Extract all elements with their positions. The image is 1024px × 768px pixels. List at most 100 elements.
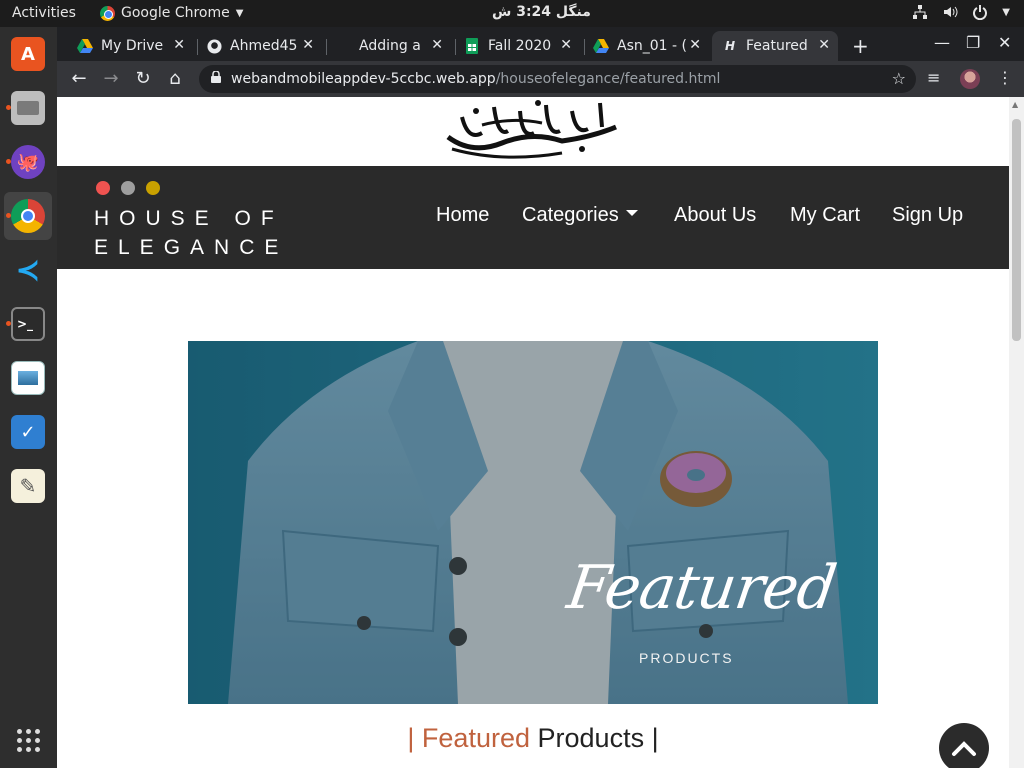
tab-my-drive[interactable]: My Drive ✕ [67,31,193,61]
scroll-to-top-button[interactable] [939,723,989,768]
new-tab-button[interactable]: + [852,34,869,58]
url-path: /houseofelegance/featured.html [495,71,721,87]
scroll-up-arrow-icon[interactable]: ▲ [1012,100,1018,109]
brand-line-1: HOUSE OF [94,207,284,230]
running-indicator [6,105,11,110]
grey-dot [121,181,135,195]
image-viewer-icon [11,361,45,395]
tab-strip: My Drive ✕ Ahmed45 ✕ Adding a ✕ Fall 202… [57,27,1024,61]
chevron-up-icon [952,741,976,756]
heading-accent: Featured [421,723,530,753]
brand-line-2: ELEGANCE [94,236,289,259]
media-queue-icon[interactable]: ≡ [927,68,940,87]
show-applications-button[interactable] [4,716,52,764]
terminal-icon: >_ [11,307,45,341]
page-scrollbar[interactable]: ▲ [1009,97,1024,768]
page-viewport: HOUSE OF ELEGANCE Home Categories About … [57,97,1009,768]
close-icon[interactable]: ✕ [173,37,185,53]
nav-categories-label: Categories [522,204,619,226]
close-icon[interactable]: ✕ [560,37,572,53]
address-bar[interactable]: webandmobileappdev-5ccbc.web.app /houseo… [199,65,916,93]
restore-button[interactable]: ❐ [966,33,980,52]
google-drive-icon [593,38,609,54]
browser-toolbar: ← → ↻ ⌂ webandmobileappdev-5ccbc.web.app… [57,61,1024,97]
checkbox-icon: ✓ [11,415,45,449]
home-button[interactable]: ⌂ [164,68,186,89]
nav-signup[interactable]: Sign Up [892,204,963,227]
github-icon [206,38,222,54]
dock-vscode[interactable]: ≺ [4,246,52,294]
url-host: webandmobileappdev-5ccbc.web.app [231,71,496,87]
hero-subtitle: PRODUCTS [639,650,734,666]
chevron-down-icon: ▼ [235,7,244,19]
reload-button[interactable]: ↻ [132,68,154,89]
apps-grid-icon [16,728,40,752]
minimize-button[interactable]: — [934,33,950,52]
running-indicator [6,159,11,164]
heading-bar-right: | [651,723,659,753]
close-icon[interactable]: ✕ [302,37,314,53]
dock-tasks[interactable]: ✓ [4,408,52,456]
tab-fall-2020[interactable]: Fall 2020 ✕ [454,31,580,61]
red-dot [96,181,110,195]
heading-bar-left: | [407,723,415,753]
nav-cart[interactable]: My Cart [790,204,860,227]
avatar[interactable] [960,69,980,89]
heading-rest: Products [537,723,645,753]
dock-files[interactable] [4,84,52,132]
software-center-icon: A [11,37,45,71]
dock-software-center[interactable]: A [4,30,52,78]
hero-title: Featured [563,553,840,623]
google-sheets-icon [464,38,480,54]
forward-button[interactable]: → [100,68,122,89]
more-menu-icon[interactable]: ⋮ [997,68,1013,87]
chrome-icon [11,199,45,233]
power-icon [973,5,988,20]
page-icon: H [724,39,736,53]
nav-categories[interactable]: Categories [522,204,638,227]
dock-github-desktop[interactable]: 🐙 [4,138,52,186]
volume-icon [944,6,958,18]
window-dots [96,181,160,195]
tab-featured[interactable]: H Featured ✕ [712,31,838,61]
tab-github[interactable]: Ahmed45 ✕ [196,31,322,61]
caret-down-icon [625,209,638,216]
dock: A 🐙 ≺ >_ ✓ ✎ [0,27,57,768]
close-icon[interactable]: ✕ [689,37,701,53]
denim-jacket-photo [188,341,878,704]
brand-logo[interactable]: HOUSE OF ELEGANCE [94,204,288,262]
nav-home[interactable]: Home [436,204,489,227]
tab-asn-01[interactable]: Asn_01 - ( ✕ [583,31,709,61]
close-icon[interactable]: ✕ [431,37,443,53]
dock-google-chrome[interactable] [4,192,52,240]
dock-terminal[interactable]: >_ [4,300,52,348]
text-editor-icon: ✎ [11,469,45,503]
close-icon[interactable]: ✕ [818,37,830,53]
hero-banner: Featured PRODUCTS [188,341,878,704]
system-tray[interactable]: ▼ [912,4,1010,20]
dock-text-editor[interactable]: ✎ [4,462,52,510]
google-drive-icon [77,38,93,54]
nav-about[interactable]: About Us [674,204,756,227]
chrome-window: My Drive ✕ Ahmed45 ✕ Adding a ✕ Fall 202… [57,27,1024,768]
gold-dot [146,181,160,195]
app-menu[interactable]: Google Chrome ▼ [100,5,243,21]
section-heading: | Featured Products | [57,723,1009,754]
lock-icon [211,71,221,83]
chevron-down-icon: ▼ [1002,6,1010,18]
tab-adding[interactable]: Adding a ✕ [325,31,451,61]
bookmark-star-icon[interactable]: ☆ [892,69,906,88]
back-button[interactable]: ← [68,68,90,89]
clock[interactable]: منگل 3:24 ش [492,4,591,20]
close-window-button[interactable]: ✕ [998,33,1011,52]
network-icon [913,5,928,19]
scrollbar-thumb[interactable] [1012,119,1021,341]
activities-button[interactable]: Activities [12,5,76,21]
chrome-icon [100,5,115,21]
dock-image-viewer[interactable] [4,354,52,402]
files-icon [11,91,45,125]
vscode-icon: ≺ [15,252,41,288]
gnome-top-bar: Activities Google Chrome ▼ منگل 3:24 ش ▼ [0,0,1024,27]
calligraphy-logo [446,100,617,159]
github-icon: 🐙 [11,145,45,179]
